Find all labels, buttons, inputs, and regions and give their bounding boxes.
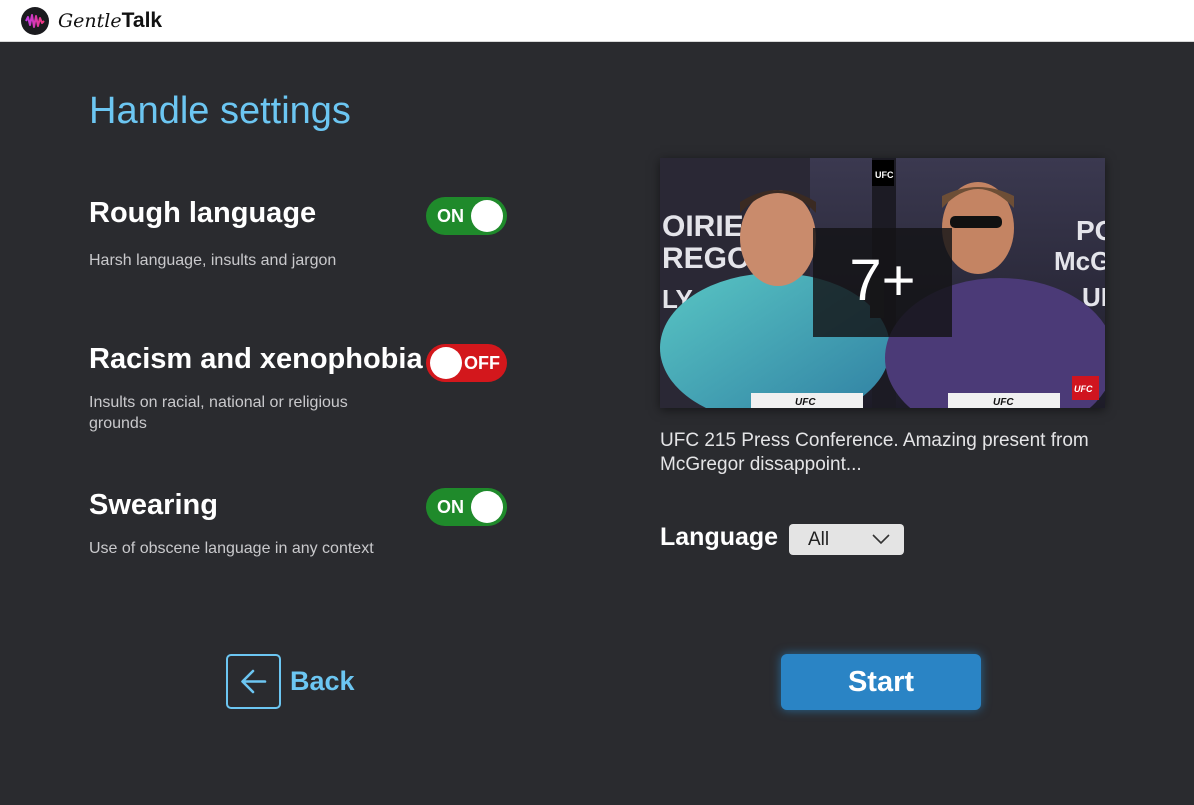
setting-desc-swearing: Use of obscene language in any context (89, 540, 374, 557)
toggle-state-label: ON (437, 497, 464, 517)
svg-text:PO: PO (1076, 215, 1105, 246)
setting-title-racism: Racism and xenophobia (89, 343, 423, 375)
arrow-left-icon (241, 669, 267, 694)
setting-title-swearing: Swearing (89, 489, 218, 521)
toggle-rough-language[interactable]: ON (426, 197, 507, 235)
back-button-label: Back (290, 666, 355, 696)
svg-text:UFC: UFC (875, 170, 894, 180)
top-bar: GentleTalk (0, 0, 1194, 42)
logo-talk: Talk (121, 9, 163, 32)
video-thumbnail[interactable]: OIRIER REGOR LY PO McG UL UFC UFC UFC UF… (660, 158, 1105, 408)
age-rating-text: 7+ (849, 248, 916, 313)
back-button[interactable]: Back (226, 654, 356, 710)
start-button[interactable]: Start (781, 654, 981, 710)
app-logo-text: GentleTalk (58, 9, 162, 33)
toggle-state-label: OFF (464, 353, 500, 373)
language-select[interactable]: All (789, 524, 904, 555)
toggle-knob (471, 200, 503, 232)
chevron-down-icon (872, 534, 890, 545)
age-rating-badge: 7+ (813, 228, 952, 337)
toggle-state-label: ON (437, 206, 464, 226)
toggle-racism[interactable]: OFF (426, 344, 507, 382)
toggle-knob (430, 347, 462, 379)
waveform-logo-icon (21, 7, 49, 35)
setting-desc-racism: Insults on racial, national or religious… (89, 394, 348, 432)
toggle-swearing[interactable]: ON (426, 488, 507, 526)
setting-title-rough-language: Rough language (89, 197, 317, 229)
setting-desc-rough-language: Harsh language, insults and jargon (89, 252, 337, 269)
svg-text:UFC: UFC (1074, 384, 1093, 394)
page-title: Handle settings (89, 90, 351, 132)
svg-text:McG: McG (1054, 246, 1105, 276)
logo-gentle: Gentle (58, 10, 122, 32)
svg-text:UFC: UFC (993, 397, 1014, 408)
back-icon-box (226, 654, 281, 709)
svg-text:UFC: UFC (795, 397, 816, 408)
video-caption: UFC 215 Press Conference. Amazing presen… (660, 430, 1089, 475)
language-label: Language (660, 523, 779, 551)
language-select-value: All (808, 529, 830, 550)
toggle-knob (471, 491, 503, 523)
